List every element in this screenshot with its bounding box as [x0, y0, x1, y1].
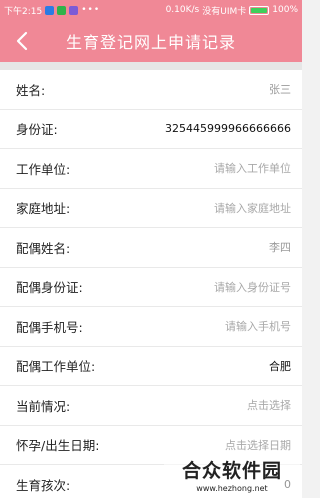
field-value-name[interactable]: 张三: [269, 81, 291, 97]
field-row-spouse-phone[interactable]: 配偶手机号: 请输入手机号: [0, 307, 302, 347]
field-value-spouse-workplace[interactable]: 合肥: [269, 358, 291, 374]
field-input-workplace[interactable]: 请输入工作单位: [214, 160, 291, 176]
field-label: 配偶姓名:: [16, 240, 71, 256]
field-row-home-address[interactable]: 家庭地址: 请输入家庭地址: [0, 189, 302, 228]
field-label: 配偶身份证:: [16, 280, 83, 296]
field-select-current-status[interactable]: 点击选择: [247, 397, 291, 413]
field-input-spouse-id-card[interactable]: 请输入身份证号: [214, 279, 291, 295]
field-value-id-card[interactable]: 325445999966666666: [165, 122, 291, 135]
page-title: 生育登记网上申请记录: [65, 33, 236, 52]
field-label: 身份证:: [16, 122, 58, 138]
carrier-text: 没有UIM卡: [202, 6, 247, 17]
status-bar: 下午2:15 ••• 0.10K/s 没有UIM卡 100%: [0, 0, 302, 20]
battery-percent: 100%: [272, 5, 298, 15]
field-label: 配偶手机号:: [16, 319, 83, 335]
field-label: 怀孕/出生日期:: [16, 438, 100, 454]
more-notifications-dots: •••: [81, 5, 101, 15]
notification-icon: [45, 5, 55, 15]
field-row-spouse-id-card[interactable]: 配偶身份证: 请输入身份证号: [0, 268, 302, 307]
battery-icon: [249, 5, 270, 15]
network-speed: 0.10K/s: [165, 5, 200, 15]
status-left: 下午2:15 •••: [4, 4, 100, 17]
chevron-left-icon: [16, 31, 28, 51]
back-button[interactable]: [8, 26, 36, 56]
field-label: 配偶工作单位:: [16, 359, 96, 375]
field-label: 当前情况:: [16, 398, 71, 414]
field-input-spouse-phone[interactable]: 请输入手机号: [225, 318, 291, 334]
field-input-home-address[interactable]: 请输入家庭地址: [214, 200, 291, 216]
watermark-url: www.hezhong.net: [196, 483, 268, 493]
field-row-id-card[interactable]: 身份证: 325445999966666666: [0, 110, 302, 149]
application-record-form: 姓名: 张三 身份证: 325445999966666666 工作单位: 请输入…: [0, 70, 302, 498]
status-right: 0.10K/s 没有UIM卡 100%: [166, 4, 298, 17]
field-date-picker-birth[interactable]: 点击选择日期: [225, 437, 291, 453]
section-divider: [0, 62, 302, 70]
watermark-logo: 合众软件园 www.hezhong.net: [164, 454, 300, 494]
field-row-spouse-workplace[interactable]: 配偶工作单位: 合肥: [0, 347, 302, 386]
app-bar: 生育登记网上申请记录: [0, 20, 302, 62]
field-row-name[interactable]: 姓名: 张三: [0, 70, 302, 110]
field-row-spouse-name[interactable]: 配偶姓名: 李四: [0, 228, 302, 268]
field-label: 工作单位:: [16, 161, 71, 177]
wechat-icon: [57, 5, 67, 15]
field-label: 姓名:: [16, 82, 46, 98]
field-row-workplace[interactable]: 工作单位: 请输入工作单位: [0, 149, 302, 189]
app-icon: [69, 5, 79, 15]
field-label: 家庭地址:: [16, 201, 71, 217]
status-time: 下午2:15: [4, 6, 43, 17]
field-value-spouse-name[interactable]: 李四: [269, 239, 291, 255]
field-row-current-status[interactable]: 当前情况: 点击选择: [0, 386, 302, 426]
watermark-title: 合众软件园: [181, 459, 282, 482]
field-label: 生育孩次:: [16, 477, 71, 493]
